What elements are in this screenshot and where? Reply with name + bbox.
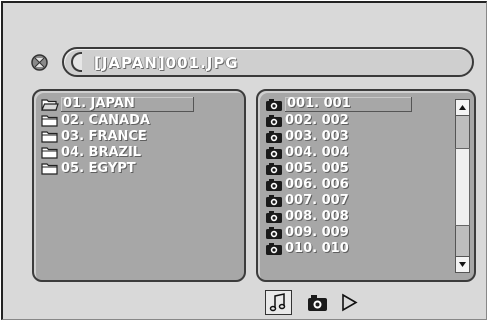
file-label: 006. 006: [285, 176, 349, 192]
camera-icon: [266, 162, 282, 175]
file-item[interactable]: 008. 008: [265, 209, 349, 224]
folder-icon: [41, 130, 58, 143]
triangle-down-icon: [459, 262, 466, 267]
play-icon: [342, 293, 358, 312]
folder-icon: [41, 146, 58, 159]
folder-item-france[interactable]: 03. FRANCE: [41, 129, 147, 144]
camera-icon: [308, 295, 327, 311]
file-label: 004. 004: [285, 144, 349, 160]
file-item[interactable]: 007. 007: [265, 193, 349, 208]
scroll-up-button[interactable]: [455, 99, 470, 116]
play-button[interactable]: [340, 290, 362, 315]
camera-icon: [266, 194, 282, 207]
folder-item-japan[interactable]: 01. JAPAN: [41, 97, 194, 112]
folder-icon: [41, 162, 58, 175]
title-bar-notch: [71, 52, 82, 72]
camera-icon: [266, 178, 282, 191]
folder-item-brazil[interactable]: 04. BRAZIL: [41, 145, 141, 160]
camera-icon: [266, 226, 282, 239]
folder-label: 05. EGYPT: [61, 160, 136, 176]
file-list-panel[interactable]: 001. 001 002. 002 003. 003 004. 004 005.…: [256, 89, 476, 282]
file-label: 009. 009: [285, 224, 349, 240]
file-item[interactable]: 005. 005: [265, 161, 349, 176]
camera-icon: [266, 114, 282, 127]
scroll-down-button[interactable]: [455, 256, 470, 273]
camera-icon: [266, 242, 282, 255]
triangle-up-icon: [459, 105, 466, 110]
folder-label: 02. CANADA: [61, 112, 150, 128]
current-file-bar: [JAPAN]001.JPG: [62, 47, 474, 77]
folder-item-egypt[interactable]: 05. EGYPT: [41, 161, 136, 176]
folder-item-canada[interactable]: 02. CANADA: [41, 113, 150, 128]
file-item[interactable]: 002. 002: [265, 113, 349, 128]
file-label: 001. 001: [285, 97, 412, 112]
folder-label: 01. JAPAN: [61, 97, 194, 112]
file-label: 002. 002: [285, 112, 349, 128]
file-label: 005. 005: [285, 160, 349, 176]
folder-list-panel[interactable]: 01. JAPAN 02. CANADA 03. FRANCE 04. BRAZ…: [32, 89, 246, 282]
scrollbar-thumb[interactable]: [455, 148, 470, 226]
camera-icon: [266, 130, 282, 143]
file-item[interactable]: 009. 009: [265, 225, 349, 240]
file-item[interactable]: 006. 006: [265, 177, 349, 192]
file-item[interactable]: 004. 004: [265, 145, 349, 160]
folder-icon: [41, 114, 58, 127]
file-label: 003. 003: [285, 128, 349, 144]
file-label: 008. 008: [285, 208, 349, 224]
file-label: 007. 007: [285, 192, 349, 208]
folder-open-icon: [41, 98, 59, 111]
file-item[interactable]: 003. 003: [265, 129, 349, 144]
current-file-title: [JAPAN]001.JPG: [94, 54, 239, 72]
music-note-icon: [269, 293, 286, 312]
photo-mode-button[interactable]: [306, 290, 330, 315]
folder-label: 03. FRANCE: [61, 128, 147, 144]
file-item[interactable]: 010. 010: [265, 241, 349, 256]
folder-label: 04. BRAZIL: [61, 144, 142, 160]
file-browser-screen: [JAPAN]001.JPG 01. JAPAN 02. CANADA 03. …: [1, 1, 487, 320]
file-label: 010. 010: [285, 240, 349, 256]
camera-icon: [266, 210, 282, 223]
file-item[interactable]: 001. 001: [265, 97, 412, 112]
disc-icon: [31, 54, 48, 71]
camera-icon: [266, 146, 282, 159]
camera-icon: [266, 98, 282, 111]
music-mode-button[interactable]: [265, 290, 292, 315]
